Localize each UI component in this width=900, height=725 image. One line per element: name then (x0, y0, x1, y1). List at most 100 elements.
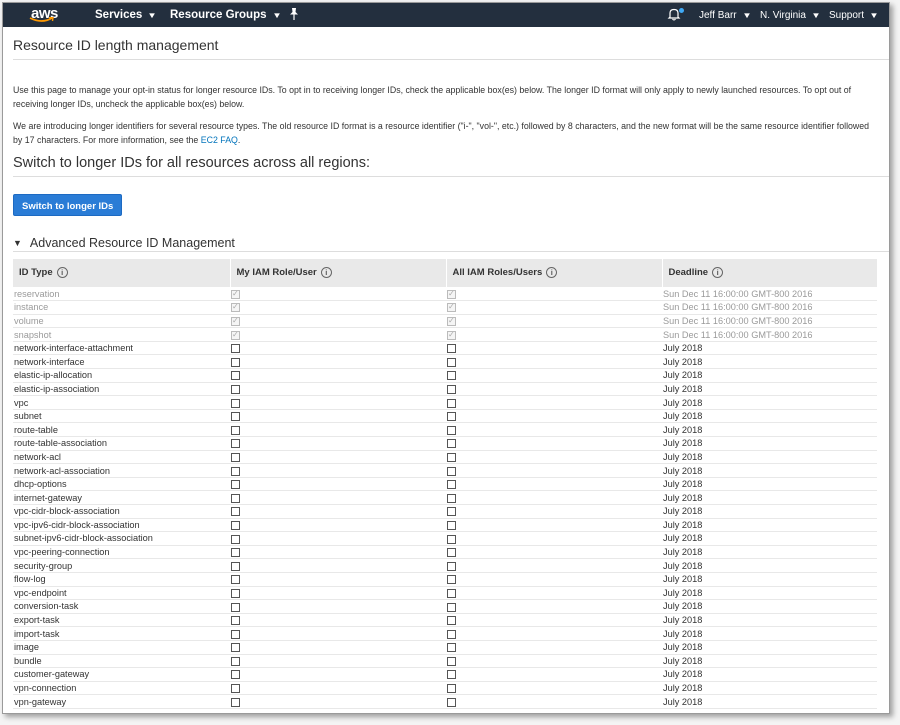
all-roles-checkbox[interactable] (447, 575, 456, 585)
my-role-checkbox[interactable] (231, 588, 240, 598)
all-roles-checkbox[interactable] (447, 439, 456, 449)
pin-button[interactable] (288, 7, 300, 21)
all-roles-checkbox[interactable] (447, 493, 456, 503)
my-role-checkbox[interactable] (231, 412, 240, 422)
table-row: vpc-cidr-block-association July 2018 (13, 504, 877, 519)
my-role-checkbox[interactable] (231, 534, 240, 544)
all-roles-checkbox[interactable] (447, 616, 456, 626)
my-role-checkbox[interactable] (231, 452, 240, 462)
my-role-checkbox[interactable] (231, 575, 240, 585)
id-type-cell: bundle (13, 654, 230, 669)
column-header-id-type[interactable]: ID Type i (13, 259, 230, 287)
all-roles-checkbox[interactable] (447, 602, 456, 612)
my-role-cell (230, 518, 446, 533)
all-roles-checkbox[interactable] (447, 561, 456, 571)
deadline-cell: July 2018 (662, 463, 877, 478)
advanced-section-toggle[interactable]: ▼ Advanced Resource ID Management (13, 236, 889, 252)
table-row: security-group July 2018 (13, 558, 877, 573)
all-roles-checkbox[interactable] (447, 684, 456, 694)
column-header-all-roles[interactable]: All IAM Roles/Users i (445, 259, 662, 287)
deadline-cell: July 2018 (662, 490, 877, 505)
deadline-cell: July 2018 (662, 572, 877, 587)
id-type-cell: reservation (13, 287, 230, 302)
all-roles-checkbox[interactable] (447, 466, 456, 476)
my-role-cell (230, 681, 446, 696)
my-role-checkbox[interactable] (231, 656, 240, 666)
my-role-checkbox[interactable] (231, 385, 240, 395)
info-icon[interactable]: i (546, 267, 558, 279)
my-role-checkbox[interactable] (231, 697, 240, 707)
my-role-checkbox[interactable] (231, 357, 240, 367)
all-roles-checkbox[interactable] (447, 588, 456, 598)
id-type-cell: customer-gateway (13, 667, 230, 682)
account-menu[interactable]: Jeff Barr ▼ (699, 10, 751, 21)
my-role-checkbox[interactable] (231, 493, 240, 503)
my-role-checkbox[interactable] (231, 480, 240, 490)
all-roles-checkbox[interactable] (447, 357, 456, 367)
my-role-checkbox[interactable] (231, 507, 240, 517)
all-roles-checkbox[interactable] (447, 520, 456, 530)
region-menu[interactable]: N. Virginia ▼ (760, 10, 821, 21)
id-type-cell: elastic-ip-allocation (13, 368, 230, 383)
my-role-checkbox[interactable] (231, 439, 240, 449)
my-role-cell (230, 314, 446, 329)
my-role-checkbox[interactable] (231, 629, 240, 639)
all-roles-checkbox[interactable] (447, 371, 456, 381)
all-roles-checkbox[interactable] (447, 398, 456, 408)
my-role-cell (230, 409, 446, 424)
all-roles-checkbox[interactable] (447, 507, 456, 517)
my-role-checkbox[interactable] (231, 371, 240, 381)
my-role-checkbox[interactable] (231, 398, 240, 408)
all-roles-checkbox[interactable] (447, 670, 456, 680)
support-menu[interactable]: Support ▼ (829, 10, 879, 21)
my-role-checkbox[interactable] (231, 561, 240, 571)
my-role-checkbox (231, 329, 240, 341)
my-role-checkbox[interactable] (231, 548, 240, 558)
services-menu[interactable]: Services ▼ (95, 9, 157, 21)
deadline-cell: July 2018 (662, 395, 877, 410)
ec2-faq-link[interactable]: EC2 FAQ (201, 135, 238, 145)
all-roles-checkbox[interactable] (447, 697, 456, 707)
my-role-cell (230, 395, 446, 410)
table-row: vpn-connection July 2018 (13, 681, 877, 696)
my-role-checkbox[interactable] (231, 684, 240, 694)
all-roles-checkbox[interactable] (447, 425, 456, 435)
deadline-cell: July 2018 (662, 681, 877, 696)
deadline-cell: Sun Dec 11 16:00:00 GMT-800 2016 (662, 314, 877, 329)
info-icon[interactable]: i (712, 267, 724, 279)
info-icon[interactable]: i (56, 267, 68, 279)
all-roles-checkbox[interactable] (447, 629, 456, 639)
switch-to-longer-ids-button[interactable]: Switch to longer IDs (13, 194, 123, 216)
my-role-checkbox[interactable] (231, 602, 240, 612)
column-header-my-role[interactable]: My IAM Role/User i (229, 259, 446, 287)
notification-dot (679, 8, 684, 13)
all-roles-checkbox[interactable] (447, 452, 456, 462)
my-role-checkbox[interactable] (231, 616, 240, 626)
my-role-checkbox[interactable] (231, 643, 240, 653)
my-role-checkbox[interactable] (231, 520, 240, 530)
chevron-down-icon: ▼ (741, 11, 752, 20)
my-role-checkbox[interactable] (231, 425, 240, 435)
all-roles-cell (446, 409, 662, 424)
all-roles-checkbox[interactable] (447, 656, 456, 666)
all-roles-checkbox[interactable] (447, 480, 456, 490)
all-roles-checkbox[interactable] (447, 643, 456, 653)
notifications-button[interactable] (667, 7, 684, 21)
my-role-checkbox[interactable] (231, 466, 240, 476)
all-roles-checkbox[interactable] (447, 385, 456, 395)
deadline-cell: July 2018 (662, 654, 877, 669)
aws-logo[interactable]: aws (3, 3, 65, 27)
my-role-cell (230, 368, 446, 383)
all-roles-checkbox[interactable] (447, 548, 456, 558)
resource-groups-menu[interactable]: Resource Groups ▼ (170, 9, 281, 21)
table-row: vpc-endpoint July 2018 (13, 586, 877, 601)
id-type-cell: snapshot (13, 327, 230, 342)
info-icon[interactable]: i (320, 267, 332, 279)
my-role-checkbox[interactable] (231, 670, 240, 680)
all-roles-checkbox[interactable] (447, 412, 456, 422)
all-roles-checkbox[interactable] (447, 534, 456, 544)
my-role-checkbox[interactable] (231, 344, 240, 354)
column-header-deadline[interactable]: Deadline i (661, 259, 877, 287)
all-roles-cell (446, 422, 662, 438)
all-roles-checkbox[interactable] (447, 344, 456, 354)
